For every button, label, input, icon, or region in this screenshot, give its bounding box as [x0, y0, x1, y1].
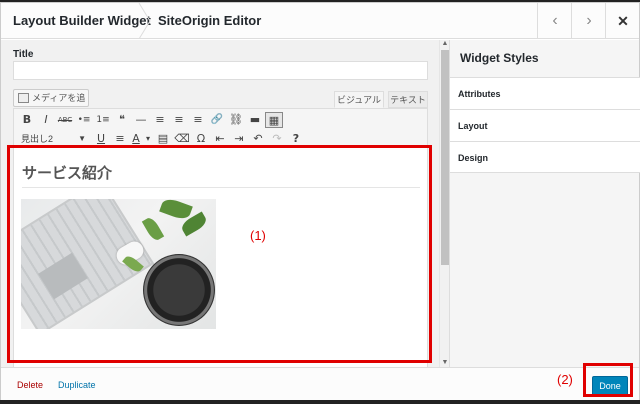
tab-visual[interactable]: ビジュアル — [334, 91, 384, 108]
close-icon: ✕ — [617, 13, 629, 29]
link-icon[interactable]: 🔗 — [208, 112, 226, 128]
section-attributes[interactable]: Attributes — [450, 77, 640, 109]
tab-text[interactable]: テキスト — [388, 91, 428, 108]
read-more-icon[interactable]: ▬ — [246, 112, 264, 128]
bullet-list-icon[interactable]: •≡ — [75, 112, 93, 128]
align-center-icon[interactable]: ≡ — [170, 112, 188, 128]
background-strip — [0, 400, 640, 404]
breadcrumb-layout-builder[interactable]: Layout Builder Widget — [13, 3, 151, 39]
scroll-down-icon[interactable]: ▼ — [441, 359, 449, 367]
breadcrumb-separator-icon — [138, 3, 151, 39]
delete-link[interactable]: Delete — [17, 380, 43, 390]
dialog-footer: Delete Duplicate Done — [1, 367, 639, 400]
dialog-header: Layout Builder Widget SiteOrigin Editor … — [1, 3, 639, 39]
italic-icon[interactable]: I — [37, 112, 55, 128]
blockquote-icon[interactable]: ❝ — [113, 112, 131, 128]
widget-styles-sidebar: Widget Styles Attributes Layout Design — [449, 40, 640, 367]
unlink-icon[interactable]: ⛓ — [227, 112, 245, 128]
form-scrollbar[interactable]: ▲ ▼ — [439, 40, 449, 367]
annotation-label-1: (1) — [250, 228, 266, 243]
breadcrumb-siteorigin-editor: SiteOrigin Editor — [158, 13, 262, 28]
sidebar-sections: Attributes Layout Design — [450, 77, 640, 173]
annotation-label-2: (2) — [557, 372, 573, 387]
toolbar-toggle-icon[interactable]: ▦ — [265, 112, 283, 128]
section-layout[interactable]: Layout — [450, 109, 640, 141]
editor-toolbar: B I ABC •≡ 1≡ ❝ — ≡ ≡ ≡ 🔗 ⛓ ▬ ▦ 見出し2 ▼ U… — [13, 108, 428, 148]
chevron-left-icon: ‹ — [552, 12, 558, 29]
close-button[interactable]: ✕ — [605, 3, 640, 39]
chevron-right-icon: › — [586, 12, 592, 29]
section-design[interactable]: Design — [450, 141, 640, 173]
add-media-button[interactable]: メディアを追加 — [13, 89, 89, 119]
sidebar-title: Widget Styles — [460, 51, 539, 65]
next-button[interactable]: › — [571, 3, 606, 39]
title-label: Title — [13, 49, 34, 60]
title-input[interactable] — [13, 61, 428, 80]
scroll-up-icon[interactable]: ▲ — [441, 40, 449, 48]
annotation-box-done — [583, 363, 633, 397]
strikethrough-icon[interactable]: ABC — [56, 112, 74, 128]
horizontal-rule-icon[interactable]: — — [132, 112, 150, 128]
numbered-list-icon[interactable]: 1≡ — [94, 112, 112, 128]
scrollbar-thumb[interactable] — [441, 50, 449, 265]
annotation-box-editor — [7, 145, 432, 363]
align-left-icon[interactable]: ≡ — [151, 112, 169, 128]
format-select-value: 見出し2 — [21, 134, 54, 144]
previous-button[interactable]: ‹ — [537, 3, 572, 39]
media-icon — [18, 93, 29, 103]
align-right-icon[interactable]: ≡ — [189, 112, 207, 128]
duplicate-link[interactable]: Duplicate — [58, 380, 96, 390]
bold-icon[interactable]: B — [18, 112, 36, 128]
toolbar-row-1: B I ABC •≡ 1≡ ❝ — ≡ ≡ ≡ 🔗 ⛓ ▬ ▦ — [18, 111, 284, 129]
